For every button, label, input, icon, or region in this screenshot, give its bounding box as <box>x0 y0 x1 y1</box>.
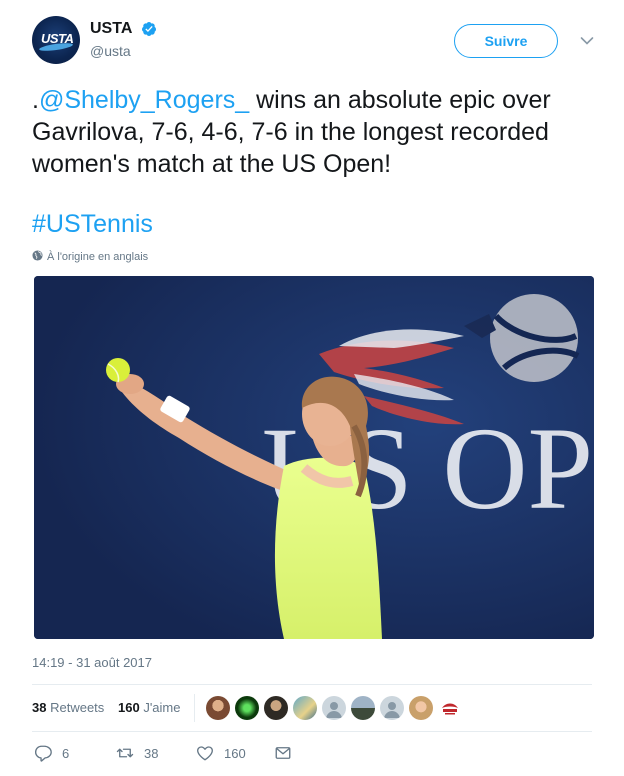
message-icon <box>275 747 291 759</box>
red-rock-logo-icon <box>442 703 458 715</box>
account-handle[interactable]: @usta <box>90 43 157 59</box>
retweet-button[interactable]: 38 <box>116 744 158 762</box>
tweet-photo[interactable]: US OPEN <box>34 276 594 639</box>
default-avatar-icon <box>384 702 400 718</box>
liker-avatar-default[interactable] <box>322 696 346 720</box>
likes-stat[interactable]: 160 J'aime <box>118 700 181 715</box>
globe-icon <box>32 250 43 261</box>
retweets-stat[interactable]: 38 Retweets <box>32 700 104 715</box>
account-name-block[interactable]: USTA @usta <box>90 20 157 59</box>
retweet-icon <box>116 748 134 758</box>
photo-illustration: US OPEN <box>34 276 594 639</box>
verified-badge-icon <box>141 22 156 36</box>
direct-message-button[interactable] <box>274 744 292 762</box>
reply-count: 6 <box>62 745 70 761</box>
liker-avatar-default[interactable] <box>380 696 404 720</box>
liker-avatar[interactable] <box>235 696 259 720</box>
liker-avatar[interactable] <box>438 696 462 720</box>
retweets-count: 38 <box>32 700 47 715</box>
avatar[interactable]: USTA <box>32 16 80 64</box>
likes-label: J'aime <box>143 700 181 715</box>
divider-bottom <box>32 731 592 732</box>
heart-icon <box>197 746 213 761</box>
tweet-text: .@Shelby_Rogers_ wins an absolute epic o… <box>32 84 604 180</box>
default-avatar-icon <box>326 702 342 718</box>
like-count: 160 <box>224 745 246 761</box>
display-name[interactable]: USTA <box>90 20 132 38</box>
translation-note[interactable]: À l'origine en anglais <box>32 250 148 263</box>
liker-avatar[interactable] <box>293 696 317 720</box>
tweet-stats: 38 Retweets 160 J'aime <box>32 694 592 722</box>
retweet-count: 38 <box>144 745 159 761</box>
likes-count: 160 <box>118 700 140 715</box>
liker-avatar[interactable] <box>409 696 433 720</box>
like-button[interactable]: 160 <box>196 744 246 762</box>
tweet-text-prefix: . <box>32 86 39 114</box>
reply-icon <box>34 745 52 762</box>
chevron-down-icon[interactable] <box>580 36 594 46</box>
divider-top <box>32 684 592 685</box>
reply-button[interactable]: 6 <box>34 744 69 762</box>
mention-link[interactable]: @Shelby_Rogers_ <box>39 86 249 114</box>
stats-divider <box>194 694 195 722</box>
hashtag-link[interactable]: #USTennis <box>32 208 153 240</box>
liker-avatar[interactable] <box>351 696 375 720</box>
tweet-header: USTA USTA @usta Suivre <box>32 16 600 72</box>
follow-button[interactable]: Suivre <box>454 24 558 58</box>
translation-text: À l'origine en anglais <box>47 251 149 263</box>
liker-avatar[interactable] <box>206 696 230 720</box>
tweet-actions: 6 38 160 <box>32 744 592 766</box>
tweet-timestamp[interactable]: 14:19 - 31 août 2017 <box>32 655 152 670</box>
retweets-label: Retweets <box>50 700 105 715</box>
liker-avatar[interactable] <box>264 696 288 720</box>
